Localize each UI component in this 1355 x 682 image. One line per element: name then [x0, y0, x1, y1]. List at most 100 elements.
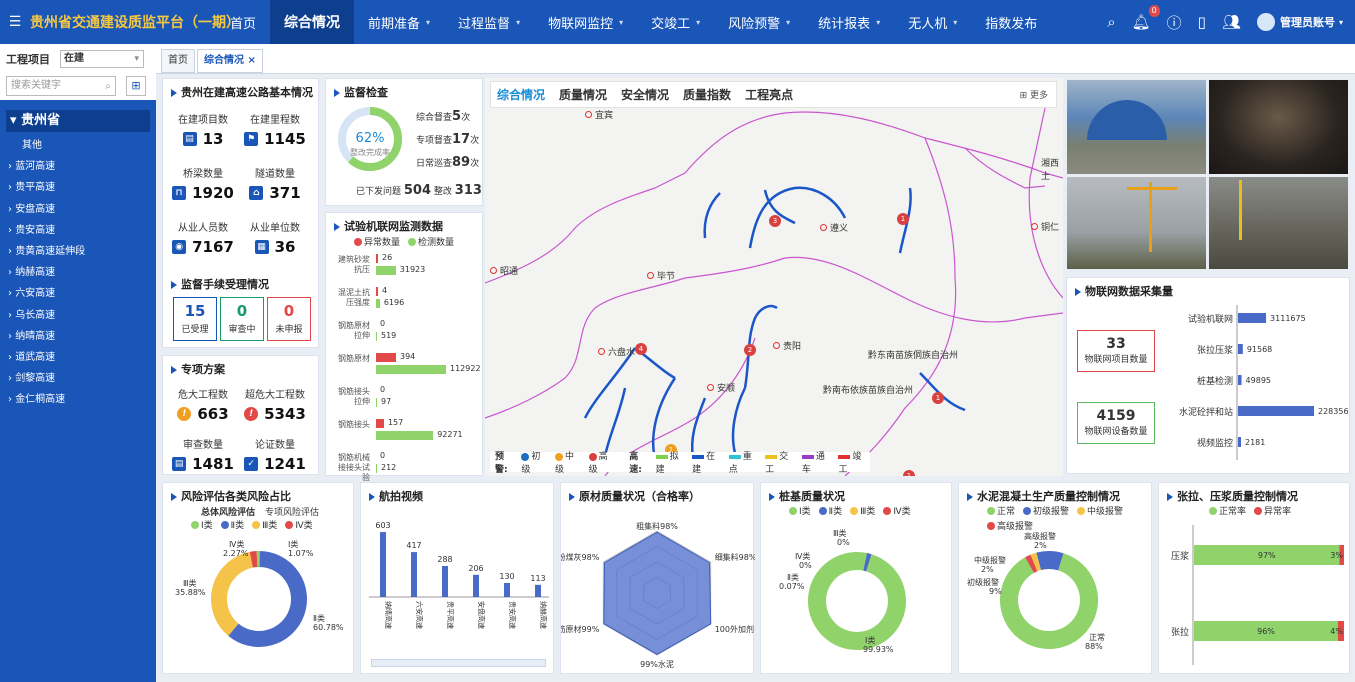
- users-icon[interactable]: 👥︎: [1222, 13, 1241, 31]
- camera-feed[interactable]: [1209, 80, 1348, 174]
- supervise-row: 专项督查17次: [416, 132, 479, 147]
- proc-box[interactable]: 15 已受理: [173, 297, 217, 341]
- bar-category: 贵平高速: [446, 601, 455, 629]
- lab-row-label: 钢筋接头: [338, 420, 370, 429]
- warning-pin[interactable]: 1: [903, 470, 915, 476]
- proc-box[interactable]: 0 审查中: [220, 297, 264, 341]
- nav-item[interactable]: 交竣工 ▾: [637, 0, 714, 44]
- warning-pin[interactable]: 1: [932, 392, 944, 404]
- map-tab[interactable]: 质量指数: [683, 86, 731, 103]
- sidebar-item[interactable]: › 贵安高速: [0, 220, 156, 241]
- sidebar-item[interactable]: › 纳赫高速: [0, 262, 156, 283]
- document-icon: ▤: [172, 457, 187, 471]
- header-tools: ⌕ 🔔︎ 0 ⓘ ▯ 👥︎ 管理员账号 ▾: [1107, 0, 1343, 44]
- sidebar-item-label: 贵平高速: [15, 182, 56, 194]
- bar-value: 97%: [1258, 551, 1276, 560]
- slice-value: 9%: [989, 587, 1002, 596]
- nav-item[interactable]: 物联网监控 ▾: [534, 0, 637, 44]
- nav-item-label: 过程监督: [458, 16, 511, 32]
- region-label: 黔东南苗族侗族自治州: [868, 351, 959, 361]
- bar-detect: [376, 365, 446, 374]
- more-link[interactable]: ⊞ 更多: [1020, 88, 1048, 101]
- chevron-down-icon: ▾: [953, 17, 958, 27]
- tab-overview[interactable]: 综合情况 ×: [197, 49, 263, 73]
- risk-tab-special[interactable]: 专项风险评估: [265, 505, 319, 518]
- legend-dot: [1023, 506, 1032, 515]
- nav-item[interactable]: 过程监督 ▾: [444, 0, 534, 44]
- legend-dot: [191, 520, 199, 529]
- bar: [535, 584, 541, 597]
- stat-item: 隧道数量 ⌂ 371: [235, 165, 315, 202]
- stat-icon: ◉: [172, 240, 187, 254]
- sidebar-item[interactable]: › 安盘高速: [0, 199, 156, 220]
- bell-icon[interactable]: 🔔︎ 0: [1132, 5, 1160, 31]
- project-status-select[interactable]: 在建: [60, 50, 144, 68]
- stat-value-row: ! 5343: [235, 405, 315, 423]
- search-icon[interactable]: ⌕: [105, 78, 111, 96]
- chevron-down-icon: ▾: [10, 113, 22, 128]
- user-menu[interactable]: 管理员账号 ▾: [1256, 13, 1343, 31]
- nav-item[interactable]: 统计报表 ▾: [804, 0, 894, 44]
- sidebar-item-label: 纳赫高速: [15, 267, 56, 279]
- nav-item[interactable]: 首页: [216, 0, 270, 44]
- sidebar-item[interactable]: › 贵黄高速延伸段: [0, 241, 156, 262]
- close-icon[interactable]: ×: [247, 55, 255, 66]
- warning-pin[interactable]: 4: [635, 343, 647, 355]
- map-tab[interactable]: 安全情况: [621, 86, 669, 103]
- sidebar-item-label: 其他: [22, 140, 42, 151]
- tree-toggle-icon[interactable]: ⊞: [126, 76, 146, 96]
- nav-item[interactable]: 风险预警 ▾: [714, 0, 804, 44]
- sidebar-item[interactable]: › 金仁桐高速: [0, 389, 156, 410]
- legend-item: 通车: [801, 449, 834, 475]
- sidebar-item[interactable]: › 六安高速: [0, 283, 156, 304]
- bar-value: 603: [375, 521, 390, 530]
- slice-label: Ⅱ类: [787, 572, 799, 582]
- warning-pin[interactable]: 1: [897, 213, 909, 225]
- slice-value: 88%: [1085, 642, 1103, 651]
- warning-icon: !: [244, 407, 259, 421]
- stat-value-row: ⚑ 1145: [235, 130, 315, 148]
- help-icon[interactable]: ⓘ: [1167, 12, 1182, 33]
- sidebar-item[interactable]: › 贵平高速: [0, 177, 156, 198]
- proc-box[interactable]: 0 未申报: [267, 297, 311, 341]
- sidebar-filter: 工程项目 在建 搜索关键字 ⌕ ⊞: [0, 44, 156, 100]
- nav-item[interactable]: 无人机 ▾: [894, 0, 971, 44]
- legend-item: 交工: [765, 449, 797, 475]
- camera-feed[interactable]: [1209, 177, 1348, 269]
- sidebar-item[interactable]: 其他: [0, 135, 156, 156]
- map-tab[interactable]: 质量情况: [559, 86, 607, 103]
- tension-bar-chart: 压浆 97% 3% 张拉 96% 4%: [1171, 525, 1344, 665]
- risk-tab-overall[interactable]: 总体风险评估: [201, 505, 255, 518]
- sidebar-item[interactable]: › 剑黎高速: [0, 368, 156, 389]
- camera-feed[interactable]: [1067, 80, 1206, 174]
- nav-item[interactable]: 前期准备 ▾: [354, 0, 444, 44]
- menu-icon[interactable]: ☰: [0, 14, 30, 30]
- camera-feed[interactable]: [1067, 177, 1206, 269]
- map-tab[interactable]: 综合情况: [497, 86, 545, 103]
- search-input[interactable]: 搜索关键字 ⌕: [6, 76, 116, 96]
- tab-home[interactable]: 首页: [161, 49, 195, 73]
- sidebar-item[interactable]: › 道武高速: [0, 347, 156, 368]
- search-icon[interactable]: ⌕: [1107, 13, 1115, 31]
- legend-item: 重点: [728, 449, 761, 475]
- chart-scrollbar[interactable]: [371, 659, 546, 667]
- notify-badge: 0: [1148, 5, 1160, 17]
- nav-item[interactable]: 指数发布: [971, 0, 1051, 44]
- chevron-down-icon: ▾: [516, 17, 521, 27]
- lab-monitor-panel: 试验机联网监测数据 异常数量 检测数量 建筑砂浆抗压 26 31923 混泥土抗压强度…: [325, 212, 483, 482]
- map-view[interactable]: 综合情况 质量情况 安全情况 质量指数 工程亮点 ⊞ 更多 宜宾 遵义 毕节 昭通 贵阳 安顺 六盘…: [485, 78, 1063, 476]
- lab-legend: 异常数量 检测数量: [354, 235, 454, 248]
- warning-pin[interactable]: 2: [744, 344, 756, 356]
- grid-icon: ⊞: [1019, 91, 1030, 101]
- map-tab[interactable]: 工程亮点: [745, 86, 793, 103]
- slice-value: 1.07%: [288, 549, 314, 558]
- tree-root[interactable]: ▾ 贵州省: [6, 110, 150, 132]
- warning-pin[interactable]: 3: [769, 215, 781, 227]
- border-line: [964, 147, 1046, 189]
- slice-value: 35.88%: [175, 588, 206, 597]
- mobile-icon[interactable]: ▯: [1198, 13, 1206, 31]
- sidebar-item[interactable]: › 乌长高速: [0, 305, 156, 326]
- sidebar-item[interactable]: › 纳晴高速: [0, 326, 156, 347]
- nav-item[interactable]: 综合情况: [270, 0, 355, 44]
- sidebar-item[interactable]: › 蓝河高速: [0, 156, 156, 177]
